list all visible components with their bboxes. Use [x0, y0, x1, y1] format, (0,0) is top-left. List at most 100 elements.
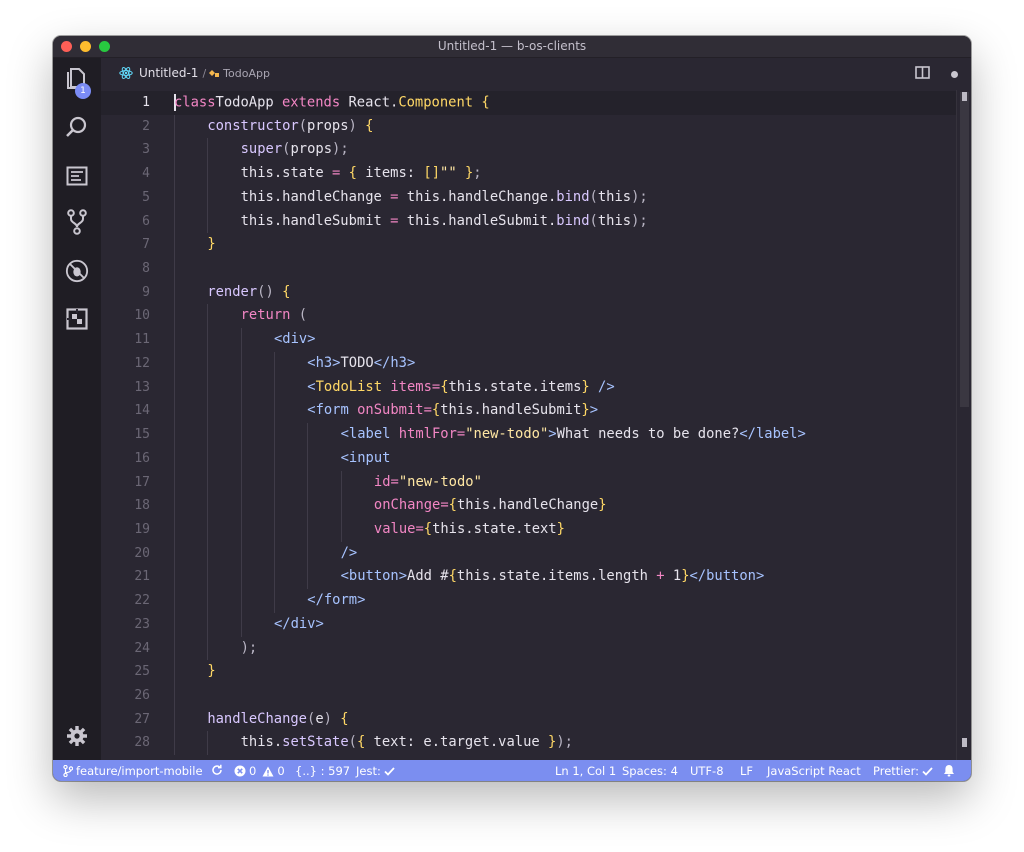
code-line[interactable]: 28 this.setState({ text: e.target.value }… — [101, 731, 956, 755]
line-number[interactable]: 17 — [101, 475, 150, 490]
language-mode[interactable]: JavaScript React — [767, 764, 861, 778]
extensions-icon[interactable] — [65, 307, 89, 331]
cursor-position[interactable]: Ln 1, Col 1 — [555, 764, 616, 778]
code-line[interactable]: 22 </form> — [101, 589, 956, 613]
scrollbar-thumb[interactable] — [960, 92, 969, 407]
line-number[interactable]: 18 — [101, 498, 150, 513]
code-line[interactable]: 10 return ( — [101, 304, 956, 328]
line-number[interactable]: 9 — [101, 285, 150, 300]
line-number[interactable]: 16 — [101, 451, 150, 466]
line-number[interactable]: 24 — [101, 641, 150, 656]
code-token: this.state.text — [432, 520, 557, 537]
code-token: Component — [398, 94, 474, 111]
line-number[interactable]: 6 — [101, 214, 150, 229]
code-text: </form> — [307, 592, 365, 608]
unsaved-indicator-icon[interactable] — [951, 71, 958, 78]
code-token: ( — [589, 188, 598, 205]
line-number[interactable]: 2 — [101, 119, 150, 134]
code-line[interactable]: 1 classTodoApp extends React.Component { — [101, 91, 956, 115]
line-number[interactable]: 10 — [101, 308, 150, 323]
settings-icon[interactable] — [65, 724, 89, 748]
line-number[interactable]: 11 — [101, 332, 150, 347]
code-line[interactable]: 16 <input — [101, 447, 956, 471]
line-number[interactable]: 23 — [101, 617, 150, 632]
encoding-status[interactable]: UTF-8 — [690, 764, 724, 778]
code-line[interactable]: 25} — [101, 660, 956, 684]
line-number[interactable]: 19 — [101, 522, 150, 537]
line-number[interactable]: 21 — [101, 569, 150, 584]
code-token: ); — [240, 639, 258, 656]
code-line[interactable]: 26 — [101, 684, 956, 708]
line-number[interactable]: 28 — [101, 735, 150, 750]
code-line[interactable]: 18 onChange={this.handleChange} — [101, 494, 956, 518]
code-line[interactable]: 5 this.handleChange = this.handleChange.b… — [101, 186, 956, 210]
line-number[interactable]: 5 — [101, 190, 150, 205]
split-editor-icon[interactable] — [915, 66, 930, 79]
line-number[interactable]: 26 — [101, 688, 150, 703]
source-control-icon[interactable] — [65, 209, 89, 235]
line-number[interactable]: 25 — [101, 664, 150, 679]
prettier-status[interactable]: Prettier: — [873, 764, 933, 778]
line-number[interactable]: 20 — [101, 546, 150, 561]
editor-window: Untitled-1 — b-os-clients 1 Untitled-1 /… — [53, 36, 971, 781]
code-line[interactable]: 15 <label htmlFor="new-todo">What needs t… — [101, 423, 956, 447]
code-text: /> — [341, 545, 358, 561]
code-editor[interactable]: 1 classTodoApp extends React.Component {2… — [101, 90, 956, 760]
code-line[interactable]: 2 constructor(props) { — [101, 115, 956, 139]
line-number[interactable]: 15 — [101, 427, 150, 442]
line-number[interactable]: 22 — [101, 593, 150, 608]
line-number[interactable]: 1 — [101, 95, 150, 110]
bracket-status[interactable]: {..} : 597 — [295, 764, 350, 778]
code-line[interactable]: 8 — [101, 257, 956, 281]
code-line[interactable]: 13 <TodoList items={this.state.items} /> — [101, 376, 956, 400]
code-token: handleChange — [207, 710, 307, 727]
line-number[interactable]: 3 — [101, 142, 150, 157]
sync-icon[interactable] — [211, 764, 223, 776]
debug-icon[interactable] — [65, 259, 89, 283]
line-number[interactable]: 4 — [101, 166, 150, 181]
line-number[interactable]: 7 — [101, 237, 150, 252]
tab-untitled-1[interactable]: Untitled-1 / TodoApp — [119, 66, 270, 80]
code-token: } — [581, 378, 590, 395]
eol-status[interactable]: LF — [740, 764, 753, 778]
breadcrumb-item[interactable]: TodoApp — [223, 67, 270, 80]
line-number[interactable]: 12 — [101, 356, 150, 371]
indentation-status[interactable]: Spaces: 4 — [622, 764, 678, 778]
branch-icon — [63, 765, 73, 777]
code-line[interactable]: 23 </div> — [101, 613, 956, 637]
indent-guide — [307, 423, 309, 590]
code-line[interactable]: 17 id="new-todo" — [101, 471, 956, 495]
code-line[interactable]: 7} — [101, 233, 956, 257]
indent-guide — [207, 304, 209, 661]
code-token: setState — [282, 734, 349, 751]
editor-scrollbar[interactable] — [956, 90, 971, 760]
branch-status[interactable]: feature/import-mobile — [63, 764, 203, 778]
code-line[interactable]: 24); — [101, 637, 956, 661]
code-line[interactable]: 21 <button>Add #{this.state.items.length … — [101, 565, 956, 589]
code-line[interactable]: 12 <h3>TODO</h3> — [101, 352, 956, 376]
problems-status[interactable]: 0 0 — [234, 764, 285, 778]
code-line[interactable]: 20 /> — [101, 542, 956, 566]
code-line[interactable]: 3 super(props); — [101, 138, 956, 162]
code-token: </button> — [689, 568, 765, 585]
code-token: this.handleChange. — [398, 188, 557, 205]
code-line[interactable]: 4 this.state = { items: []"" }; — [101, 162, 956, 186]
code-token: onChange= — [373, 497, 449, 514]
code-line[interactable]: 27 handleChange(e) { — [101, 708, 956, 732]
code-line[interactable]: 9 render() { — [101, 281, 956, 305]
code-token: ) — [323, 710, 341, 727]
code-line[interactable]: 14 <form onSubmit={this.handleSubmit}> — [101, 399, 956, 423]
code-line[interactable]: 11 <div> — [101, 328, 956, 352]
jest-status[interactable]: Jest: — [356, 764, 395, 778]
notifications-bell-icon[interactable] — [943, 764, 955, 777]
line-number[interactable]: 8 — [101, 261, 150, 276]
code-line[interactable]: 19 value={this.state.text} — [101, 518, 956, 542]
tab-label: Untitled-1 — [139, 66, 199, 80]
line-number[interactable]: 13 — [101, 380, 150, 395]
line-number[interactable]: 14 — [101, 403, 150, 418]
line-number[interactable]: 27 — [101, 712, 150, 727]
code-line[interactable]: 6 this.handleSubmit = this.handleSubmit.b… — [101, 210, 956, 234]
search-icon[interactable] — [65, 115, 89, 139]
outline-icon[interactable] — [65, 164, 89, 188]
